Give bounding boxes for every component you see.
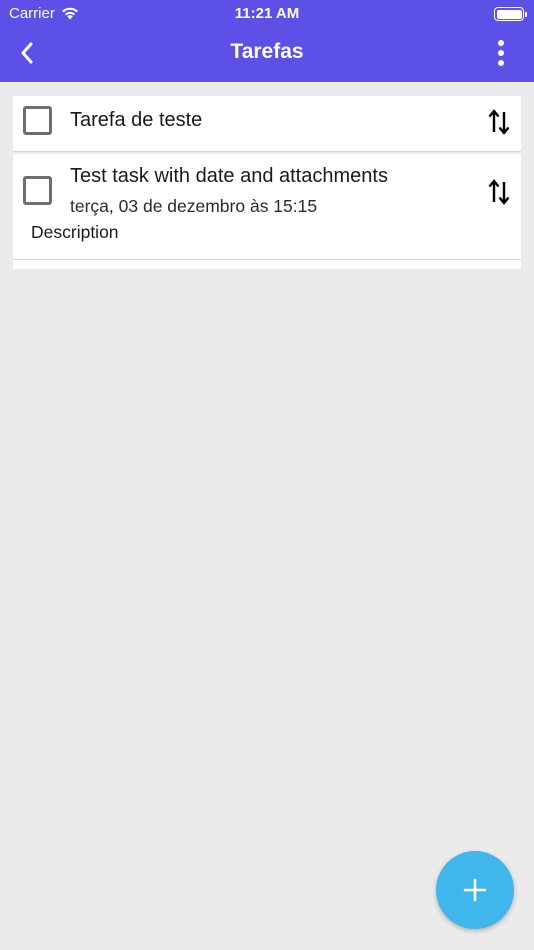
add-task-button[interactable] — [436, 851, 514, 929]
page-title: Tarefas — [230, 40, 304, 63]
more-vertical-icon — [498, 40, 504, 66]
task-title: Tarefa de teste — [70, 109, 203, 131]
list-footer — [13, 260, 521, 269]
reorder-icon[interactable] — [487, 108, 511, 136]
task-item[interactable]: Test task with date and attachments terç… — [13, 154, 521, 260]
app-header: Carrier 11:21 AM Tarefas — [0, 0, 534, 82]
task-title: Test task with date and attachments — [70, 165, 388, 187]
task-date: terça, 03 de dezembro às 15:15 — [70, 196, 318, 216]
status-bar: Carrier 11:21 AM — [0, 0, 534, 28]
task-list: Tarefa de teste Test task with date and … — [13, 96, 521, 269]
battery-level — [496, 9, 522, 19]
task-description: Description — [31, 222, 119, 242]
overflow-menu-button[interactable] — [486, 36, 516, 70]
plus-icon — [463, 878, 487, 902]
status-time: 11:21 AM — [234, 5, 300, 22]
battery-icon — [494, 7, 527, 21]
task-checkbox[interactable] — [23, 106, 52, 135]
task-item[interactable]: Tarefa de teste — [13, 96, 521, 152]
task-checkbox[interactable] — [23, 176, 52, 205]
reorder-icon[interactable] — [487, 178, 511, 206]
nav-bar: Tarefas — [0, 28, 534, 82]
